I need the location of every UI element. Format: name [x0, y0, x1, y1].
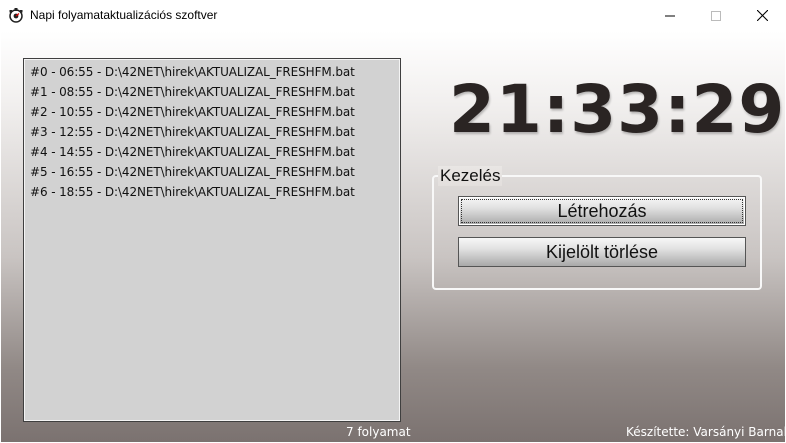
list-item[interactable]: #6 - 18:55 - D:\42NET\hirek\AKTUALIZAL_F… — [30, 185, 355, 199]
author-label: Készítette: Varsányi Barnabás — [626, 425, 786, 439]
list-item[interactable]: #1 - 08:55 - D:\42NET\hirek\AKTUALIZAL_F… — [30, 85, 355, 99]
close-button[interactable] — [739, 0, 785, 31]
clock-gear-icon — [8, 7, 24, 23]
delete-selected-button[interactable]: Kijelölt törlése — [458, 237, 746, 267]
list-item[interactable]: #0 - 06:55 - D:\42NET\hirek\AKTUALIZAL_F… — [30, 65, 355, 79]
minimize-icon — [665, 11, 675, 21]
list-item[interactable]: #5 - 16:55 - D:\42NET\hirek\AKTUALIZAL_F… — [30, 165, 355, 179]
app-window: Napi folyamataktualizációs szoftver #0 -… — [0, 0, 786, 443]
clock-display: 21:33:29 — [449, 71, 786, 148]
maximize-button[interactable] — [693, 0, 739, 31]
list-item[interactable]: #4 - 14:55 - D:\42NET\hirek\AKTUALIZAL_F… — [30, 145, 355, 159]
maximize-icon — [711, 10, 721, 21]
minimize-button[interactable] — [647, 0, 693, 31]
process-list[interactable]: #0 - 06:55 - D:\42NET\hirek\AKTUALIZAL_F… — [23, 58, 401, 422]
list-item[interactable]: #2 - 10:55 - D:\42NET\hirek\AKTUALIZAL_F… — [30, 105, 355, 119]
window-title: Napi folyamataktualizációs szoftver — [30, 8, 218, 22]
management-legend: Kezelés — [438, 166, 503, 186]
title-bar[interactable]: Napi folyamataktualizációs szoftver — [0, 0, 786, 31]
list-item[interactable]: #3 - 12:55 - D:\42NET\hirek\AKTUALIZAL_F… — [30, 125, 355, 139]
close-icon — [756, 10, 768, 21]
create-button[interactable]: Létrehozás — [458, 196, 746, 226]
process-count-label: 7 folyamat — [346, 425, 411, 439]
client-area: #0 - 06:55 - D:\42NET\hirek\AKTUALIZAL_F… — [1, 31, 786, 442]
management-groupbox — [432, 175, 762, 290]
